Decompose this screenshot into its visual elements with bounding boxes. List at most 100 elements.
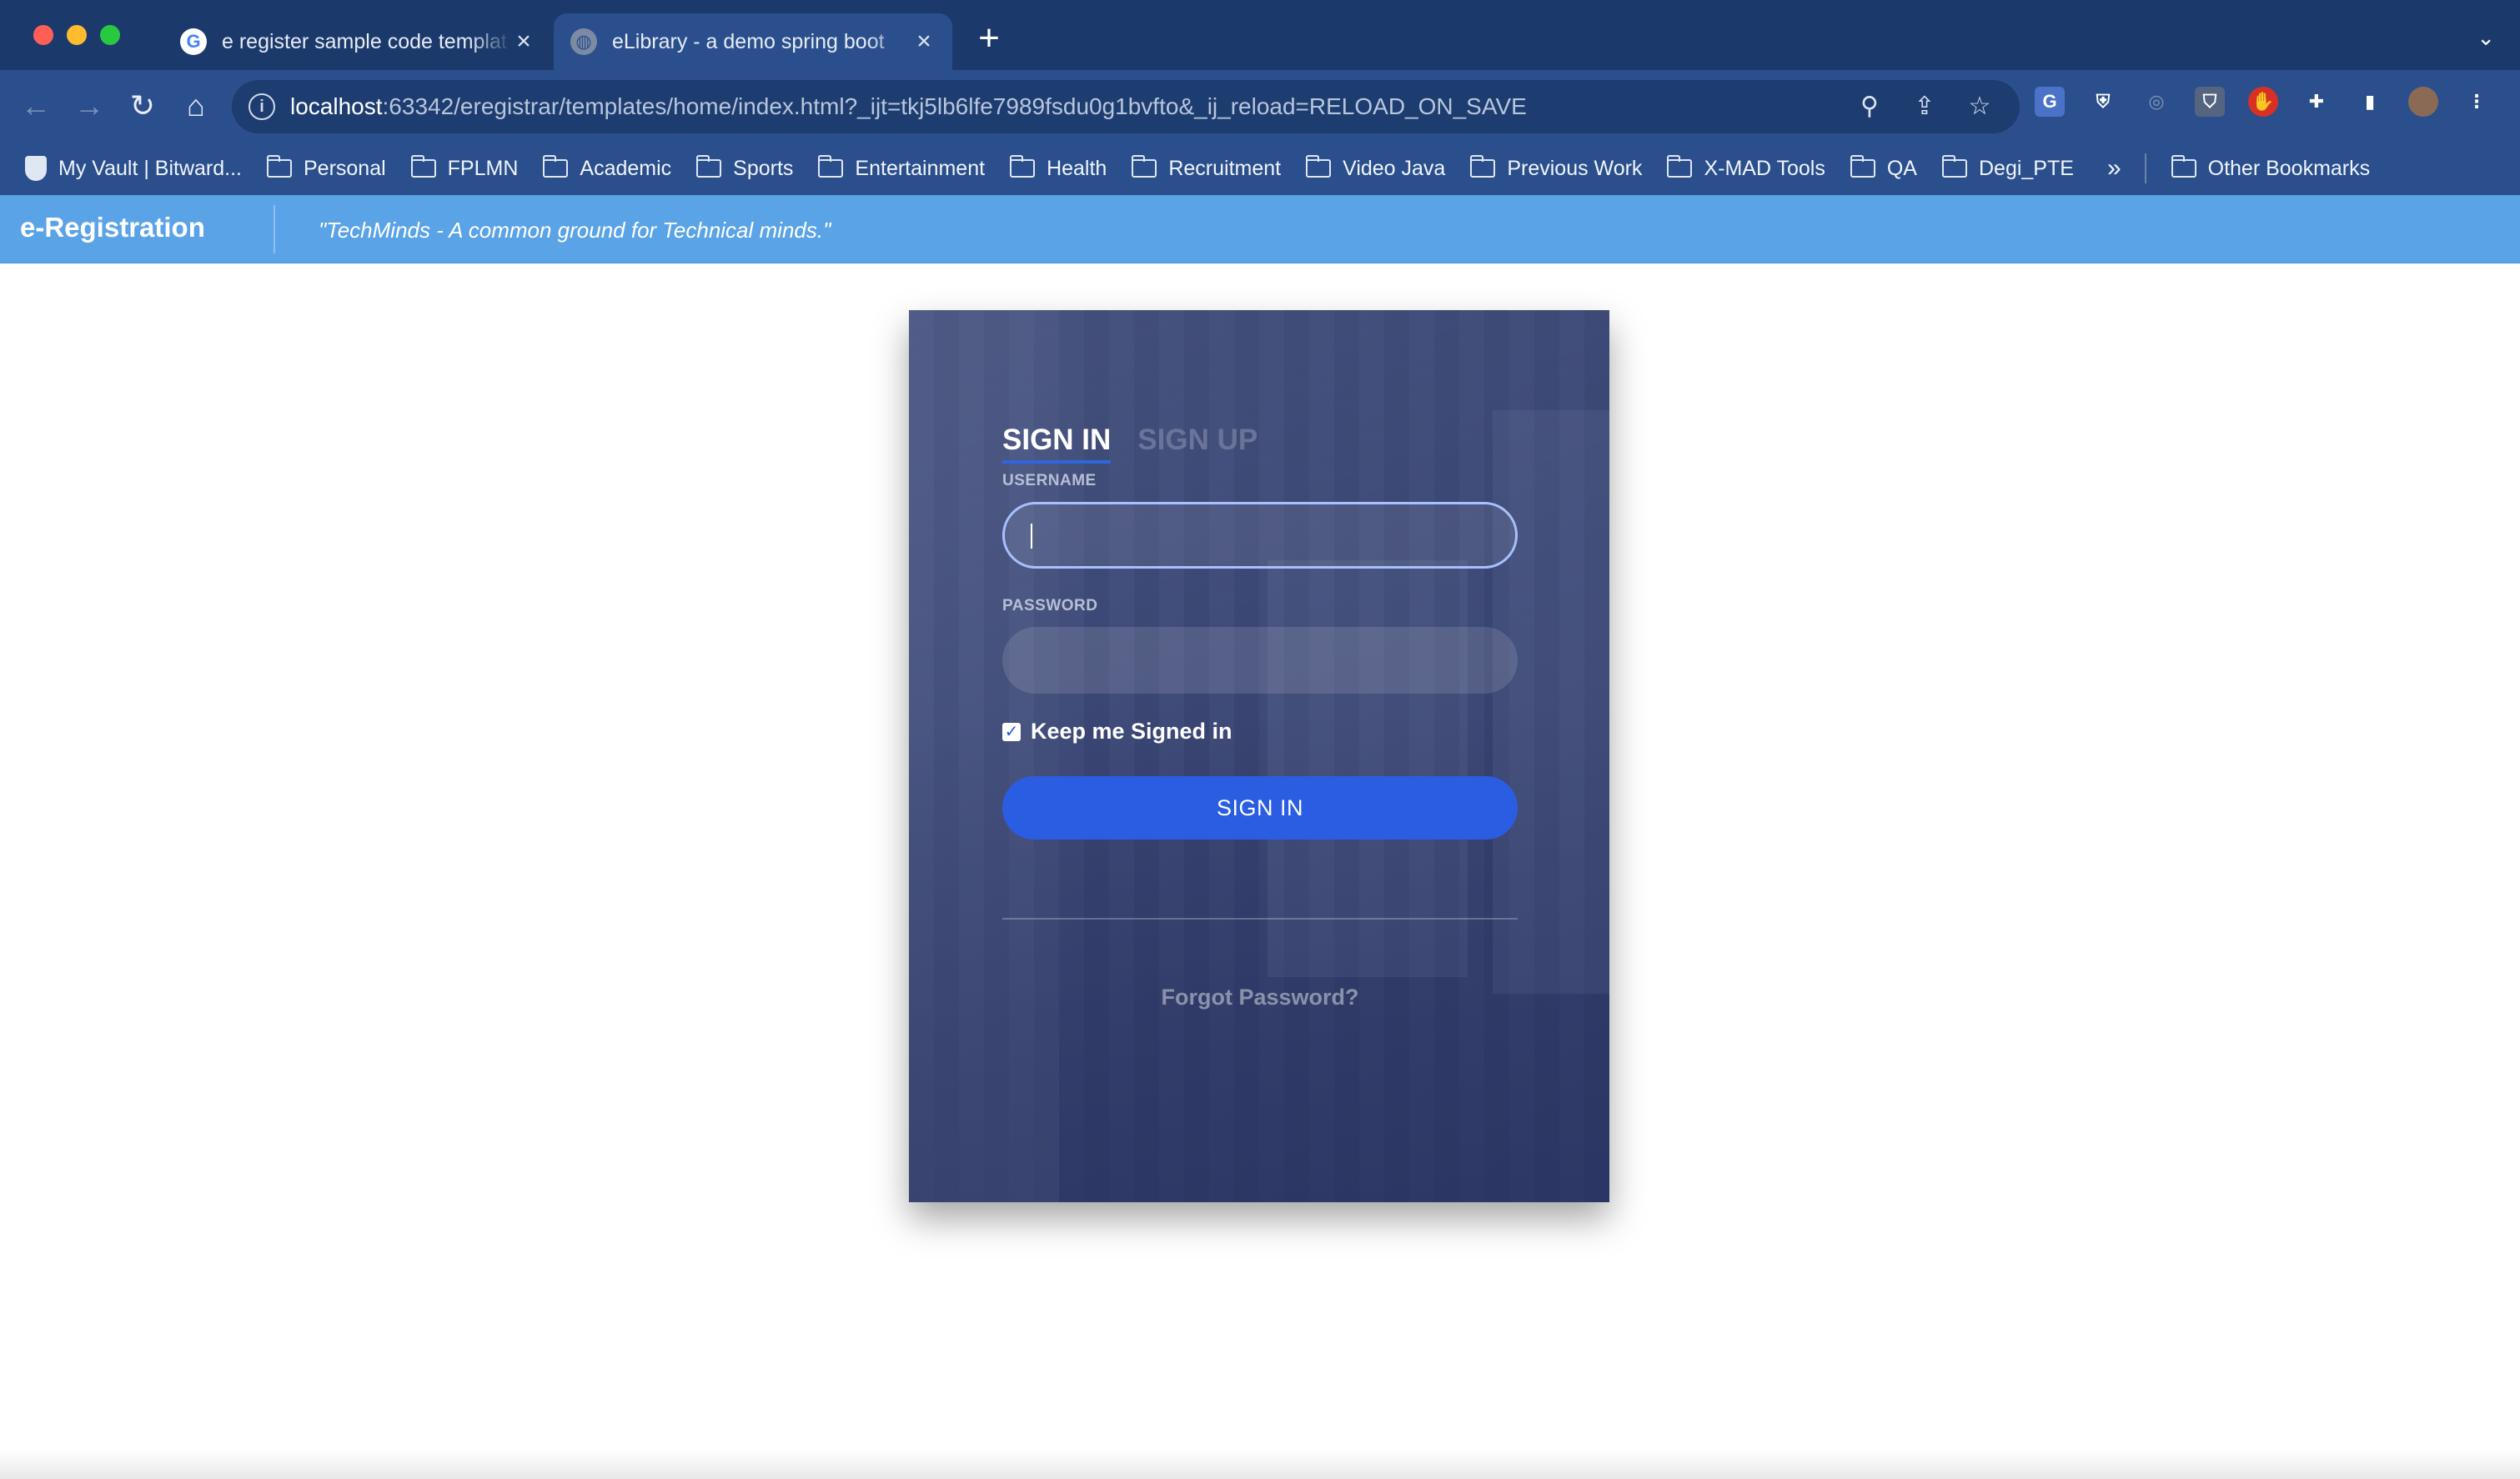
browser-tab-2[interactable]: ◍ eLibrary - a demo spring boot × xyxy=(554,13,952,70)
folder-icon xyxy=(266,155,292,178)
sidebar-icon[interactable]: ▮ xyxy=(2355,87,2385,117)
folder-icon xyxy=(1470,155,1496,178)
url-host: localhost xyxy=(290,93,383,119)
folder-icon xyxy=(1667,155,1693,178)
text-caret xyxy=(1031,524,1032,549)
address-bar[interactable]: i localhost:63342/eregistrar/templates/h… xyxy=(232,80,2020,133)
share-icon[interactable]: ⇪ xyxy=(1910,92,1940,122)
tab-title: eLibrary - a demo spring boot xyxy=(612,29,885,53)
sign-in-button[interactable]: SIGN IN xyxy=(1002,776,1518,840)
bookmark-folder-academic[interactable]: Academic xyxy=(543,155,672,181)
translate-icon[interactable]: G xyxy=(2035,87,2065,117)
new-tab-button[interactable]: + xyxy=(971,20,1007,58)
browser-tab-strip: G e register sample code templat × ◍ eLi… xyxy=(0,0,2520,70)
bitwarden-icon xyxy=(25,156,47,181)
bookmarks-divider xyxy=(2144,153,2146,183)
folder-icon xyxy=(1132,155,1157,178)
bookmark-folder-degi-pte[interactable]: Degi_PTE xyxy=(1941,155,2074,181)
avatar[interactable] xyxy=(2408,87,2438,117)
folder-icon xyxy=(696,155,722,178)
tagline: "TechMinds - A common ground for Technic… xyxy=(319,218,831,243)
bookmark-folder-entertainment[interactable]: Entertainment xyxy=(818,155,986,181)
zoom-icon[interactable]: ⚲ xyxy=(1855,92,1885,122)
bookmark-folder-sports[interactable]: Sports xyxy=(696,155,794,181)
folder-icon xyxy=(1306,155,1332,178)
keep-signed-in-label: Keep me Signed in xyxy=(1031,719,1232,744)
chevron-down-icon[interactable]: ⌄ xyxy=(2477,25,2495,51)
window-bottom-edge xyxy=(0,1451,2520,1479)
tab-sign-in[interactable]: SIGN IN xyxy=(1002,424,1112,464)
window-close-button[interactable] xyxy=(33,25,53,45)
folder-icon xyxy=(818,155,844,178)
folder-icon xyxy=(2171,155,2196,178)
login-form: SIGN IN SIGN UP USERNAME PASSWORD ✓ Keep… xyxy=(1002,424,1518,1010)
close-icon[interactable]: × xyxy=(912,28,936,56)
kebab-menu-icon[interactable]: ⋮ xyxy=(2462,87,2492,117)
keep-signed-in-checkbox[interactable]: ✓ xyxy=(1002,722,1021,741)
tab-sign-up[interactable]: SIGN UP xyxy=(1137,424,1257,464)
bookmark-bitwarden[interactable]: My Vault | Bitward... xyxy=(25,156,242,181)
extension-icons: G ⛨ ◎ ⛉ ✋ ✚ ▮ ⋮ xyxy=(2035,87,2492,117)
bookmark-label: Entertainment xyxy=(855,156,986,180)
app-header: e-Registration "TechMinds - A common gro… xyxy=(0,195,2520,263)
globe-icon: ◍ xyxy=(570,28,597,55)
bookmark-label: Degi_PTE xyxy=(1978,156,2074,180)
window-zoom-button[interactable] xyxy=(100,25,120,45)
password-input[interactable] xyxy=(1002,627,1518,694)
folder-icon xyxy=(1010,155,1036,178)
puzzle-icon[interactable]: ✚ xyxy=(2302,87,2332,117)
forgot-password-link[interactable]: Forgot Password? xyxy=(1002,985,1518,1010)
password-label: PASSWORD xyxy=(1002,597,1098,614)
keep-signed-in[interactable]: ✓ Keep me Signed in xyxy=(1002,719,1518,745)
bookmark-label: Sports xyxy=(733,156,794,180)
close-icon[interactable]: × xyxy=(512,28,535,56)
browser-tab-1[interactable]: G e register sample code templat × xyxy=(163,13,552,70)
auth-tabs: SIGN IN SIGN UP xyxy=(1002,424,1518,464)
form-divider xyxy=(1002,918,1518,920)
home-icon[interactable]: ⌂ xyxy=(177,87,215,125)
back-arrow-icon[interactable]: ← xyxy=(17,87,55,125)
bookmark-folder-recruitment[interactable]: Recruitment xyxy=(1132,155,1281,181)
bookmark-label: X-MAD Tools xyxy=(1704,156,1825,180)
bookmark-folder-other[interactable]: Other Bookmarks xyxy=(2171,155,2371,181)
window-minimize-button[interactable] xyxy=(67,25,87,45)
bookmark-label: My Vault | Bitward... xyxy=(58,156,242,180)
ublock-icon[interactable]: ⛉ xyxy=(2195,87,2225,117)
bookmark-folder-x-mad-tools[interactable]: X-MAD Tools xyxy=(1667,155,1825,181)
bookmark-folder-health[interactable]: Health xyxy=(1010,155,1107,181)
bookmark-label: Video Java xyxy=(1343,156,1446,180)
reload-icon[interactable]: ↻ xyxy=(123,87,162,125)
bookmarks-bar: My Vault | Bitward... Personal FPLMN Aca… xyxy=(0,142,2520,195)
bookmark-label: FPLMN xyxy=(447,156,519,180)
star-icon[interactable]: ☆ xyxy=(1965,92,1995,122)
bookmark-label: Other Bookmarks xyxy=(2207,156,2371,180)
bookmark-label: QA xyxy=(1886,156,1917,180)
bookmark-label: Academic xyxy=(580,156,672,180)
google-icon: G xyxy=(180,28,207,55)
bookmark-folder-qa[interactable]: QA xyxy=(1850,155,1917,181)
adblock-icon[interactable]: ✋ xyxy=(2248,87,2278,117)
folder-icon xyxy=(543,155,569,178)
bookmark-label: Health xyxy=(1047,156,1107,180)
username-input[interactable] xyxy=(1002,502,1518,569)
brand-logo[interactable]: e-Registration xyxy=(20,212,205,243)
folder-icon xyxy=(410,155,436,178)
bookmark-folder-previous-work[interactable]: Previous Work xyxy=(1470,155,1643,181)
forward-arrow-icon[interactable]: → xyxy=(70,87,108,125)
tab-title: e register sample code templat xyxy=(222,29,507,53)
info-icon[interactable]: i xyxy=(248,93,275,120)
bookmark-folder-personal[interactable]: Personal xyxy=(266,155,386,181)
folder-icon xyxy=(1941,155,1967,178)
sync-icon[interactable]: ◎ xyxy=(2141,87,2171,117)
login-card: SIGN IN SIGN UP USERNAME PASSWORD ✓ Keep… xyxy=(909,310,1609,1202)
folder-icon xyxy=(1850,155,1875,178)
bookmarks-overflow-button[interactable]: » xyxy=(2107,154,2121,183)
bookmark-folder-fplmn[interactable]: FPLMN xyxy=(410,155,519,181)
bookmark-folder-video-java[interactable]: Video Java xyxy=(1306,155,1446,181)
bookmark-label: Previous Work xyxy=(1507,156,1643,180)
username-label: USERNAME xyxy=(1002,472,1097,489)
bookmark-label: Personal xyxy=(303,156,386,180)
url-path: :63342/eregistrar/templates/home/index.h… xyxy=(382,93,1527,119)
header-divider xyxy=(274,205,275,253)
bitwarden-icon[interactable]: ⛨ xyxy=(2088,87,2118,117)
